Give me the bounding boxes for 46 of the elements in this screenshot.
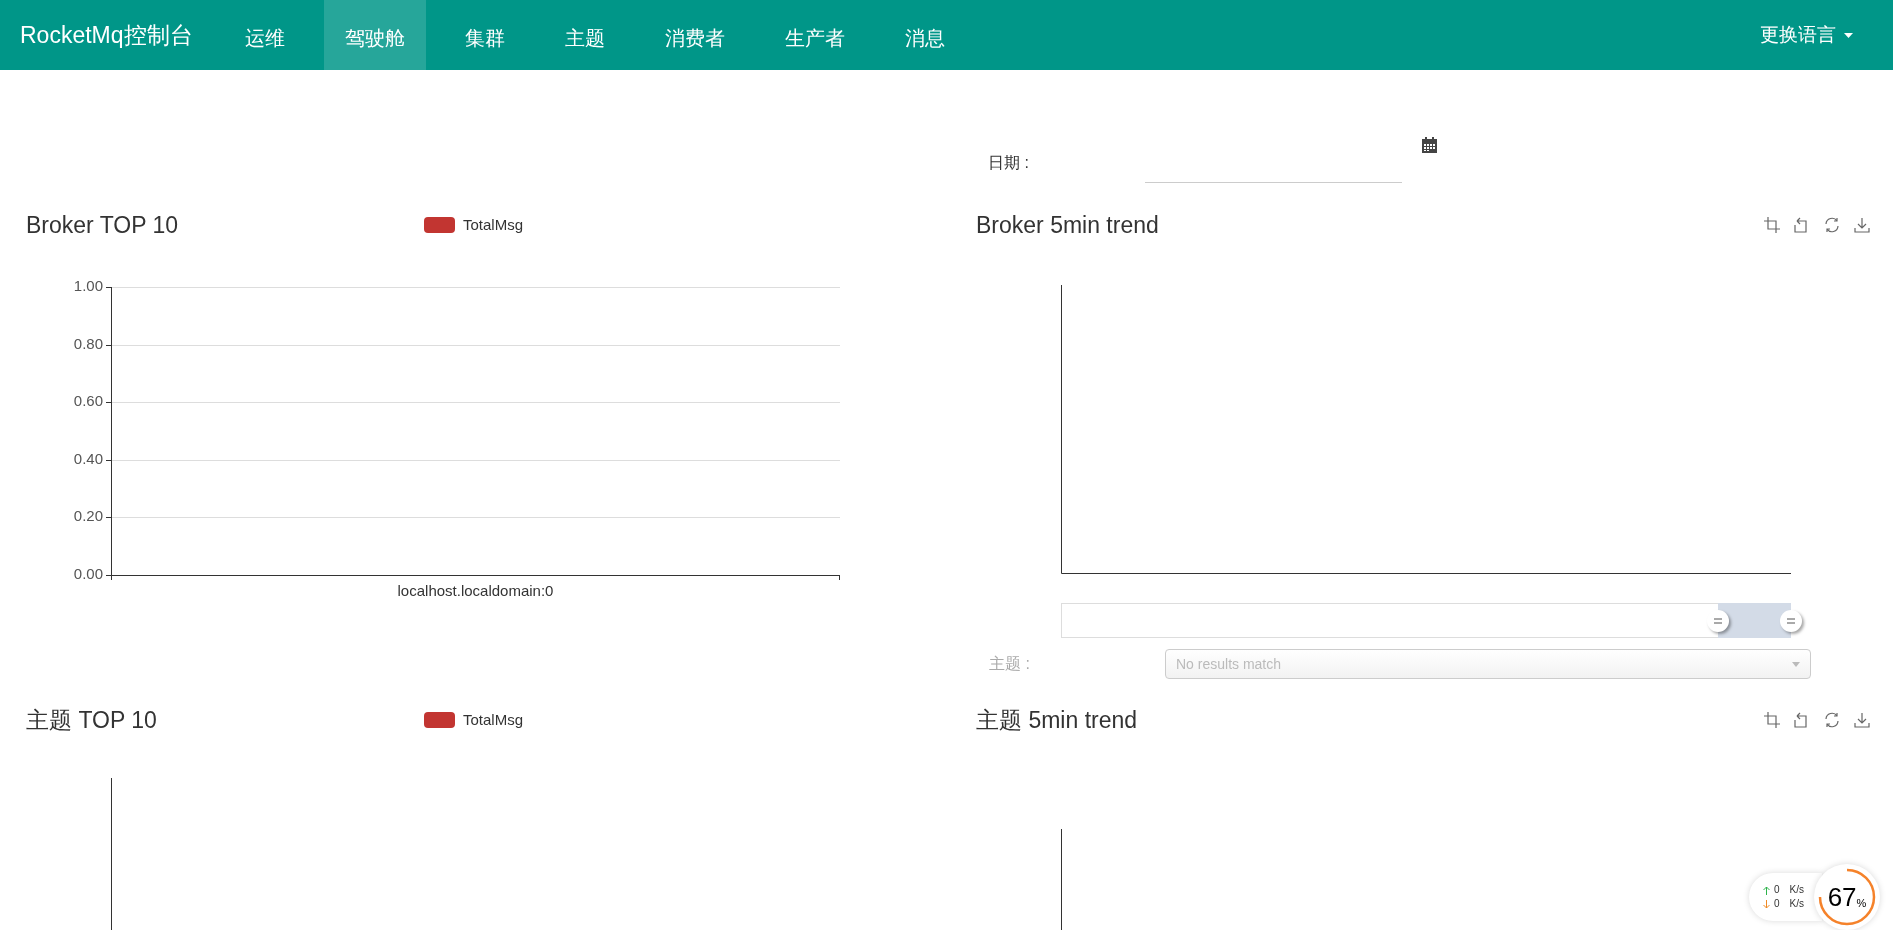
nav-tab[interactable]: 生产者 <box>764 0 866 70</box>
y-tick-label: 0.00 <box>73 565 103 582</box>
legend-label[interactable]: TotalMsg <box>463 213 524 237</box>
nav-tab[interactable]: 消费者 <box>644 0 746 70</box>
speed-unit: K/s <box>1789 897 1804 911</box>
ring-arc-icon <box>1818 868 1876 926</box>
calendar-icon[interactable] <box>1422 137 1437 153</box>
nav-tab[interactable]: 主题 <box>544 0 626 70</box>
speed-unit: K/s <box>1789 883 1804 897</box>
caret-icon <box>1844 32 1853 38</box>
y-tick-label: 1.00 <box>73 277 103 294</box>
chart-title: 主题 5min trend <box>976 705 1139 735</box>
download-icon[interactable] <box>1854 216 1871 234</box>
y-tick-label: 0.20 <box>73 507 103 525</box>
language-menu[interactable]: 更换语言 <box>1760 0 1893 70</box>
y-tick-label: 0.60 <box>73 392 103 410</box>
nav-tab[interactable]: 集群 <box>444 0 526 70</box>
upload-arrow-icon <box>1763 885 1770 895</box>
refresh-icon[interactable] <box>1824 711 1841 729</box>
chart-title: Broker 5min trend <box>976 210 1160 240</box>
download-arrow-icon <box>1763 899 1770 909</box>
caret-icon <box>1792 661 1800 667</box>
y-tick-label: 0.40 <box>73 449 103 467</box>
zoom-icon[interactable] <box>1764 216 1781 234</box>
slider-handle[interactable] <box>1707 610 1729 632</box>
percent-sign: % <box>1856 896 1867 911</box>
legend-swatch[interactable] <box>424 217 455 233</box>
x-tick-label: localhost.localdomain:0 <box>397 582 554 599</box>
nav-tab[interactable]: 消息 <box>884 0 966 70</box>
refresh-icon[interactable] <box>1824 216 1841 234</box>
download-icon[interactable] <box>1854 711 1871 729</box>
upload-speed: 0 <box>1774 883 1780 897</box>
slider-handle[interactable] <box>1780 610 1802 632</box>
date-label: 日期 : <box>988 153 1030 173</box>
nav-tab[interactable]: 运维 <box>224 0 306 70</box>
chart-title: Broker TOP 10 <box>26 210 180 240</box>
chart-title: 主题 TOP 10 <box>26 705 158 735</box>
nav-tab[interactable]: 驾驶舱 <box>324 0 426 70</box>
usage-percent: 67 <box>1827 880 1857 914</box>
brand-title[interactable]: RocketMq控制台 <box>20 17 193 53</box>
legend-label[interactable]: TotalMsg <box>463 708 524 732</box>
y-tick-label: 0.80 <box>73 334 103 352</box>
legend-swatch[interactable] <box>424 712 455 728</box>
zoom-icon[interactable] <box>1764 711 1781 729</box>
topic-label: 主题 : <box>989 654 1031 674</box>
download-speed: 0 <box>1774 897 1780 911</box>
